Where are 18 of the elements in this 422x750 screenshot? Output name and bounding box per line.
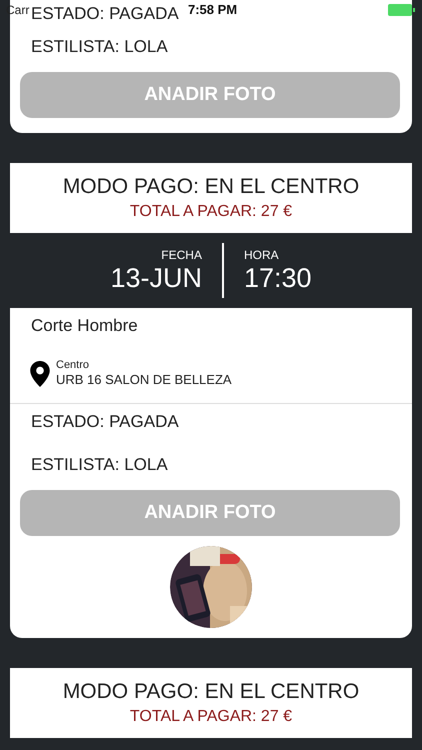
place-label: Centro [56,359,90,372]
service-name: Corte Hombre [31,315,138,338]
total-amount: TOTAL A PAGAR: 27 € [130,202,292,222]
status-text: ESTADO: PAGADA [31,3,179,25]
location-pin-icon [30,360,50,386]
stylist-text: ESTILISTA: LOLA [31,454,168,476]
payment-mode: MODO PAGO: EN EL CENTRO [62,679,360,705]
stylist-text: ESTILISTA: LOLA [31,36,168,58]
clock-text: 7:58 PM [188,1,238,20]
date-label: FECHA [161,248,202,262]
total-amount: TOTAL A PAGAR: 27 € [130,707,292,727]
time-label: HORA [244,248,279,262]
battery-icon [388,4,416,16]
time-value: 17:30 [244,262,312,294]
place-name: URB 16 SALON DE BELLEZA [56,372,232,388]
date-value: 13-JUN [110,262,202,294]
status-text: ESTADO: PAGADA [31,411,179,434]
payment-mode: MODO PAGO: EN EL CENTRO [62,174,360,200]
